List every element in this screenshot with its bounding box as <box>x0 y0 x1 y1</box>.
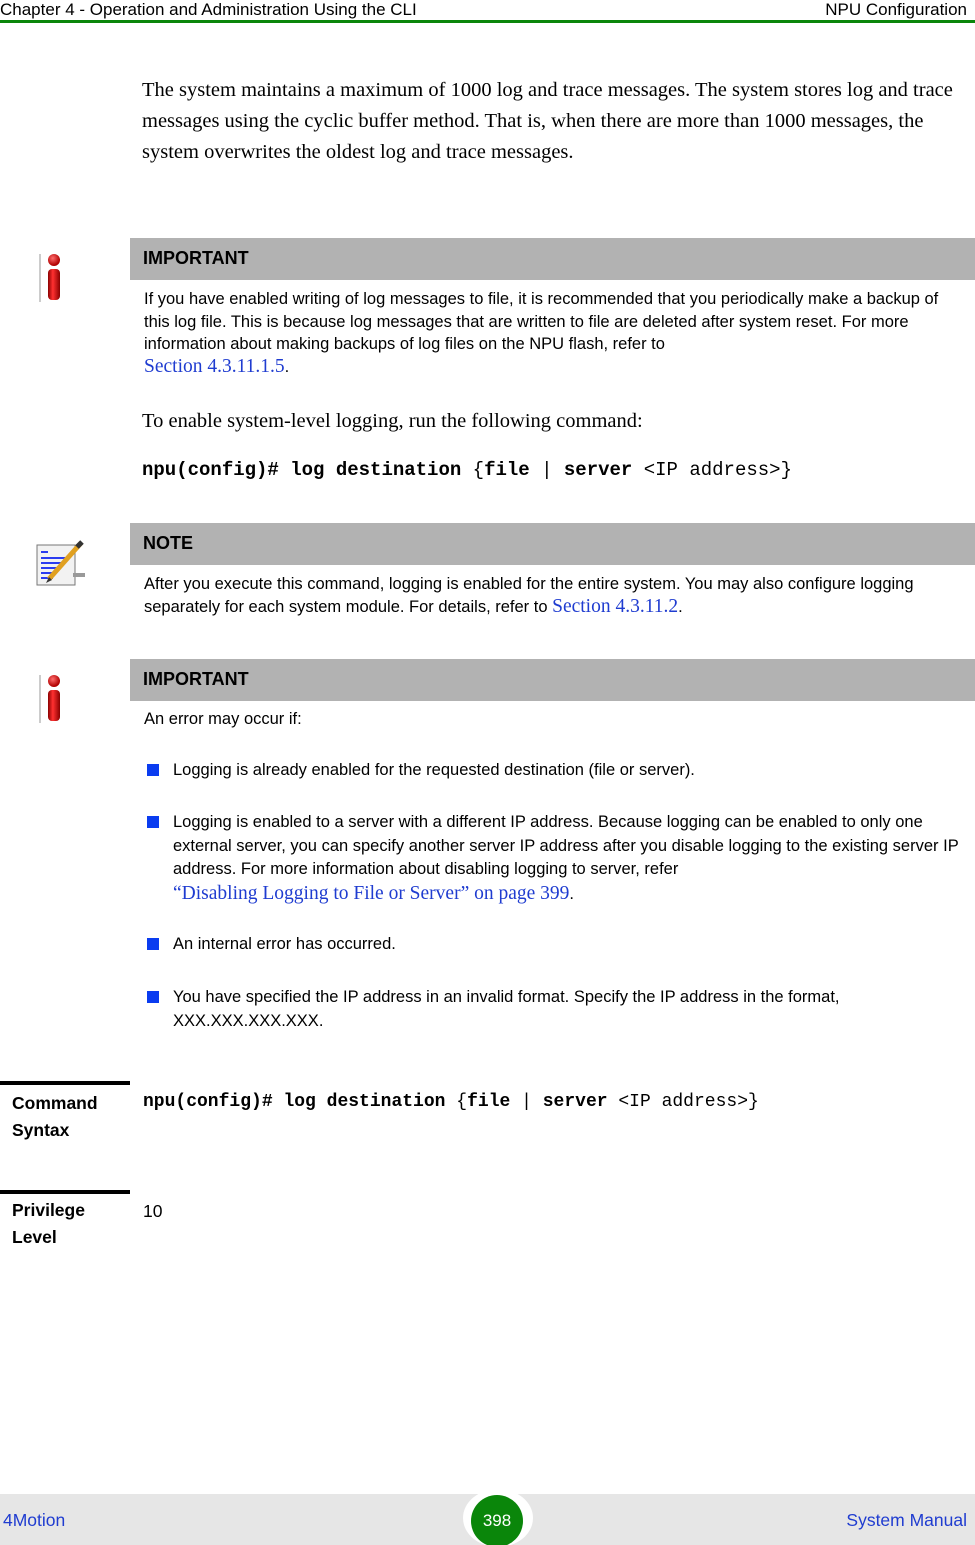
list-item: Logging is already enabled for the reque… <box>147 759 967 783</box>
bullet-square-icon <box>147 991 159 1003</box>
privilege-level-label: Privilege Level <box>12 1200 85 1247</box>
cross-reference-link[interactable]: “Disabling Logging to File or Server” on… <box>173 883 569 904</box>
intro-paragraph: The system maintains a maximum of 1000 l… <box>142 79 953 163</box>
table-rule <box>0 1190 130 1194</box>
section-link[interactable]: Section 4.3.11.1.5 <box>144 356 285 377</box>
important-header: IMPORTANT <box>130 659 975 701</box>
bullet-square-icon <box>147 816 159 828</box>
important-title: IMPORTANT <box>143 248 249 268</box>
list-item: Logging is enabled to a server with a di… <box>147 811 967 906</box>
bullet-square-icon <box>147 764 159 776</box>
note-header: NOTE <box>130 523 975 565</box>
command-example: npu(config)# log destination {file | ser… <box>142 459 792 481</box>
note-title: NOTE <box>143 533 194 553</box>
info-icon <box>38 673 68 725</box>
important-intro: An error may occur if: <box>144 710 302 728</box>
enable-paragraph: To enable system-level logging, run the … <box>142 410 643 432</box>
command-syntax-value: npu(config)# log destination {file | ser… <box>143 1092 759 1112</box>
page-number: 398 <box>471 1495 523 1545</box>
privilege-level-value: 10 <box>143 1201 163 1221</box>
list-item: You have specified the IP address in an … <box>147 986 967 1033</box>
table-rule <box>0 1081 130 1085</box>
section-title: NPU Configuration <box>825 0 967 19</box>
list-item: An internal error has occurred. <box>147 933 967 957</box>
command-syntax-label: Command Syntax <box>12 1093 98 1140</box>
bullet-square-icon <box>147 938 159 950</box>
manual-name: System Manual <box>846 1510 967 1530</box>
chapter-title: Chapter 4 - Operation and Administration… <box>0 0 417 19</box>
important-header: IMPORTANT <box>130 238 975 280</box>
important-title: IMPORTANT <box>143 669 249 689</box>
important-text: If you have enabled writing of log messa… <box>144 290 939 377</box>
section-link[interactable]: Section 4.3.11.2 <box>552 596 678 617</box>
product-name: 4Motion <box>3 1510 66 1530</box>
note-text: After you execute this command, logging … <box>144 575 914 617</box>
header-rule <box>0 20 975 23</box>
note-pencil-icon <box>35 537 87 589</box>
info-icon <box>38 252 68 304</box>
